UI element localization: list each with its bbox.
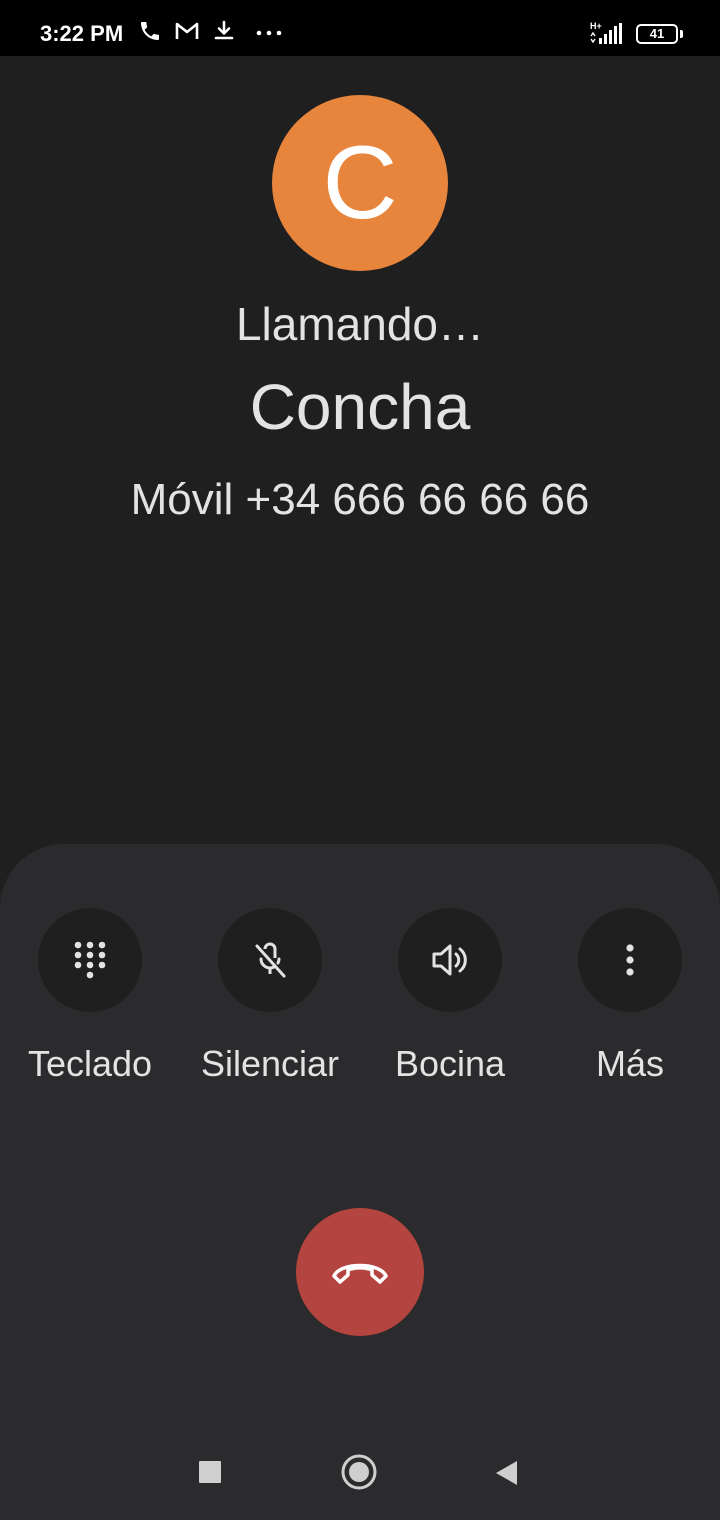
battery-tip [680,30,683,38]
mute-button[interactable] [218,908,322,1012]
contact-number: Móvil +34 666 66 66 66 [130,475,590,524]
mute-label: Silenciar [200,1043,340,1084]
speaker-button[interactable] [398,908,502,1012]
contact-name: Concha [249,371,471,443]
more-label: Más [595,1043,664,1084]
more-button[interactable] [578,908,682,1012]
contact-avatar: C [272,95,448,271]
gmail-icon [175,22,199,39]
more-vert-icon [626,944,634,976]
download-icon [214,20,234,40]
status-time: 3:22 PM [40,21,124,46]
keypad-label: Teclado [27,1043,153,1084]
phone-icon [141,22,159,40]
more-dots-icon [256,30,282,36]
signal-icon [590,23,622,44]
recents-square-icon[interactable] [198,1460,222,1484]
mic-off-icon [255,942,286,978]
status-bar: 3:22 PM H+ 41 [0,0,720,56]
call-status: Llamando… [235,298,485,350]
speaker-icon [432,944,467,976]
dialpad-icon [74,941,106,979]
end-call-icon [332,1263,388,1284]
speaker-label: Bocina [394,1043,506,1084]
keypad-button[interactable] [38,908,142,1012]
battery-level: 41 [649,26,665,41]
home-circle-icon[interactable] [340,1453,378,1491]
back-triangle-icon[interactable] [494,1460,520,1486]
end-call-button[interactable] [296,1208,424,1336]
battery-icon: 41 [636,24,678,44]
